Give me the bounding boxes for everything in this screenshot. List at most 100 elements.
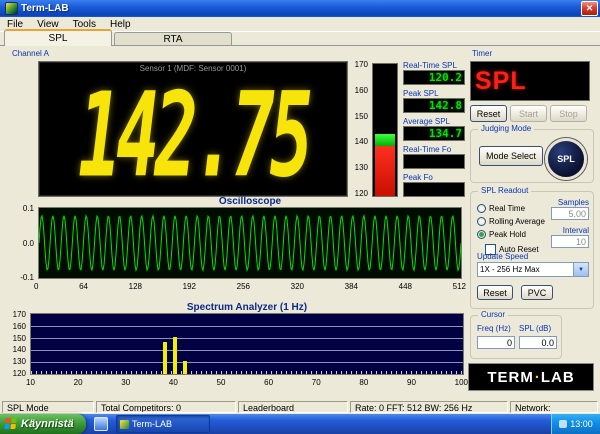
spectrum-x-tick: 70	[311, 378, 321, 387]
spectrum-y-tick: 140	[12, 345, 26, 355]
readout-display: 120.2	[403, 70, 465, 85]
logo-text-left: TERM	[487, 368, 534, 386]
oscilloscope-y-axis: 0.1 0.0 -0.1	[10, 204, 34, 282]
taskbar-clock: 13:00	[570, 419, 593, 429]
close-button[interactable]: ✕	[581, 1, 598, 16]
interval-label: Interval	[562, 226, 589, 235]
spectrum-plot	[30, 313, 464, 375]
radio-peak-hold[interactable]: Peak Hold	[477, 228, 545, 241]
readout-peak-spl: Peak SPL 142.8	[403, 89, 465, 113]
oscilloscope-plot	[38, 207, 462, 279]
oscilloscope-wave	[39, 213, 461, 273]
osc-x-tick: 384	[344, 282, 358, 291]
tabstrip: SPL RTA	[4, 29, 596, 46]
osc-x-tick: 320	[290, 282, 304, 291]
start-label: Käynnistä	[21, 418, 74, 430]
main-digits-wrap: 142.75	[39, 73, 347, 196]
update-speed-combo[interactable]: 1X - 256 Hz Max ▼	[477, 262, 589, 277]
spectrum-title: Spectrum Analyzer (1 Hz)	[186, 302, 308, 313]
spl-readout-title: SPL Readout	[478, 186, 532, 195]
spectrum-x-tick: 80	[359, 378, 369, 387]
readout-stack: Real-Time SPL 120.2 Peak SPL 142.8 Average S…	[403, 61, 465, 201]
spectrum-minor-ticks	[31, 371, 463, 374]
menu-item-help[interactable]: Help	[103, 19, 138, 30]
meter-green-fill	[375, 133, 395, 146]
timer-display-text: SPL	[475, 66, 527, 95]
cursor-spl-field[interactable]: 0.0	[519, 336, 557, 349]
tray-icon[interactable]	[559, 420, 568, 428]
timer-buttons: Reset Start Stop	[470, 105, 592, 122]
radio-button[interactable]	[477, 217, 486, 226]
meter-red-fill	[375, 145, 395, 196]
spectrum-x-axis: 10 20 30 40 50 60 70 80 90 100	[26, 378, 468, 387]
osc-y-tick: -0.1	[20, 273, 34, 282]
cursor-group: Cursor Freq (Hz) SPL (dB) 0 0.0	[470, 310, 562, 359]
spectrum-gridline	[31, 326, 463, 327]
cursor-title: Cursor	[478, 310, 509, 319]
spl-badge-text: SPL	[557, 154, 575, 164]
start-button: Start	[510, 105, 547, 122]
judging-mode-title: Judging Mode	[478, 124, 535, 133]
spl-readout-reset-button[interactable]: Reset	[477, 285, 513, 300]
readout-display: 142.8	[403, 98, 465, 113]
interval-field[interactable]: 10	[551, 235, 589, 248]
meter-tick: 170	[354, 60, 368, 69]
tab-spl[interactable]: SPL	[4, 29, 112, 46]
status-spl-mode: SPL Mode	[2, 401, 94, 413]
menu-item-tools[interactable]: Tools	[66, 19, 103, 30]
judging-mode-group: Judging Mode Mode Select SPL	[470, 124, 594, 183]
meter-tick: 130	[354, 163, 368, 173]
cursor-freq-label: Freq (Hz)	[477, 324, 511, 333]
reset-button[interactable]: Reset	[470, 105, 507, 122]
oscilloscope-title: Oscilloscope	[218, 196, 282, 207]
spectrum-bar	[163, 342, 168, 374]
spectrum-y-tick: 120	[12, 368, 26, 378]
samples-field[interactable]: 5.00	[551, 207, 589, 220]
spectrum-y-tick: 150	[12, 333, 26, 343]
osc-y-tick: 0.1	[22, 204, 34, 213]
spectrum-y-axis: 170 160 150 140 130 120	[4, 310, 26, 378]
osc-x-tick: 448	[398, 282, 412, 291]
spectrum-gridline	[31, 338, 463, 339]
readout-display	[403, 154, 465, 169]
level-meter	[372, 63, 398, 197]
tab-rta[interactable]: RTA	[114, 32, 232, 46]
chevron-down-icon[interactable]: ▼	[573, 263, 588, 276]
logo-dot-icon: ·	[534, 368, 540, 386]
status-rate: Rate: 0 FFT: 512 BW: 256 Hz	[350, 401, 508, 413]
spectrum-x-tick: 30	[121, 378, 131, 387]
radio-label: Peak Hold	[489, 230, 526, 239]
pvc-button[interactable]: PVC	[521, 285, 553, 300]
titlebar: Term-LAB ✕	[0, 0, 600, 17]
mode-select-button[interactable]: Mode Select	[479, 146, 543, 166]
readout-label: Average SPL	[403, 117, 450, 126]
osc-x-tick: 64	[79, 282, 88, 291]
spectrum-x-tick: 20	[73, 378, 83, 387]
radio-button[interactable]	[477, 230, 486, 239]
menu-item-view[interactable]: View	[30, 19, 66, 30]
spectrum-bar	[182, 361, 187, 374]
readout-real-time-spl: Real-Time SPL 120.2	[403, 61, 465, 85]
start-button[interactable]: Käynnistä	[0, 414, 86, 434]
meter-scale: 170 160 150 140 130 120	[348, 60, 368, 198]
cursor-freq-field[interactable]: 0	[477, 336, 515, 349]
status-network: Network:	[510, 401, 598, 413]
radio-real-time[interactable]: Real Time	[477, 202, 545, 215]
radio-button[interactable]	[477, 204, 486, 213]
osc-x-tick: 128	[128, 282, 142, 291]
term-lab-logo: TERM · LAB	[468, 363, 594, 391]
timer-display: SPL	[470, 61, 590, 101]
osc-x-tick: 0	[34, 282, 39, 291]
readout-digits: 134.7	[428, 127, 462, 140]
status-leaderboard: Leaderboard	[238, 401, 348, 413]
readout-label: Peak SPL	[403, 89, 439, 98]
readout-label: Real-Time Fo	[403, 145, 452, 154]
radio-rolling-average[interactable]: Rolling Average	[477, 215, 545, 228]
readout-label: Peak Fo	[403, 173, 433, 182]
quick-launch-icon[interactable]	[94, 417, 108, 431]
taskbar-task-term-lab[interactable]: Term-LAB	[116, 415, 210, 433]
radio-label: Real Time	[489, 204, 526, 213]
menu-item-file[interactable]: File	[0, 19, 30, 30]
spl-readout-group: SPL Readout Real Time Rolling Average Peak…	[470, 186, 594, 309]
main-spl-display: Sensor 1 (MDF: Sensor 0001) 142.75	[38, 61, 348, 197]
